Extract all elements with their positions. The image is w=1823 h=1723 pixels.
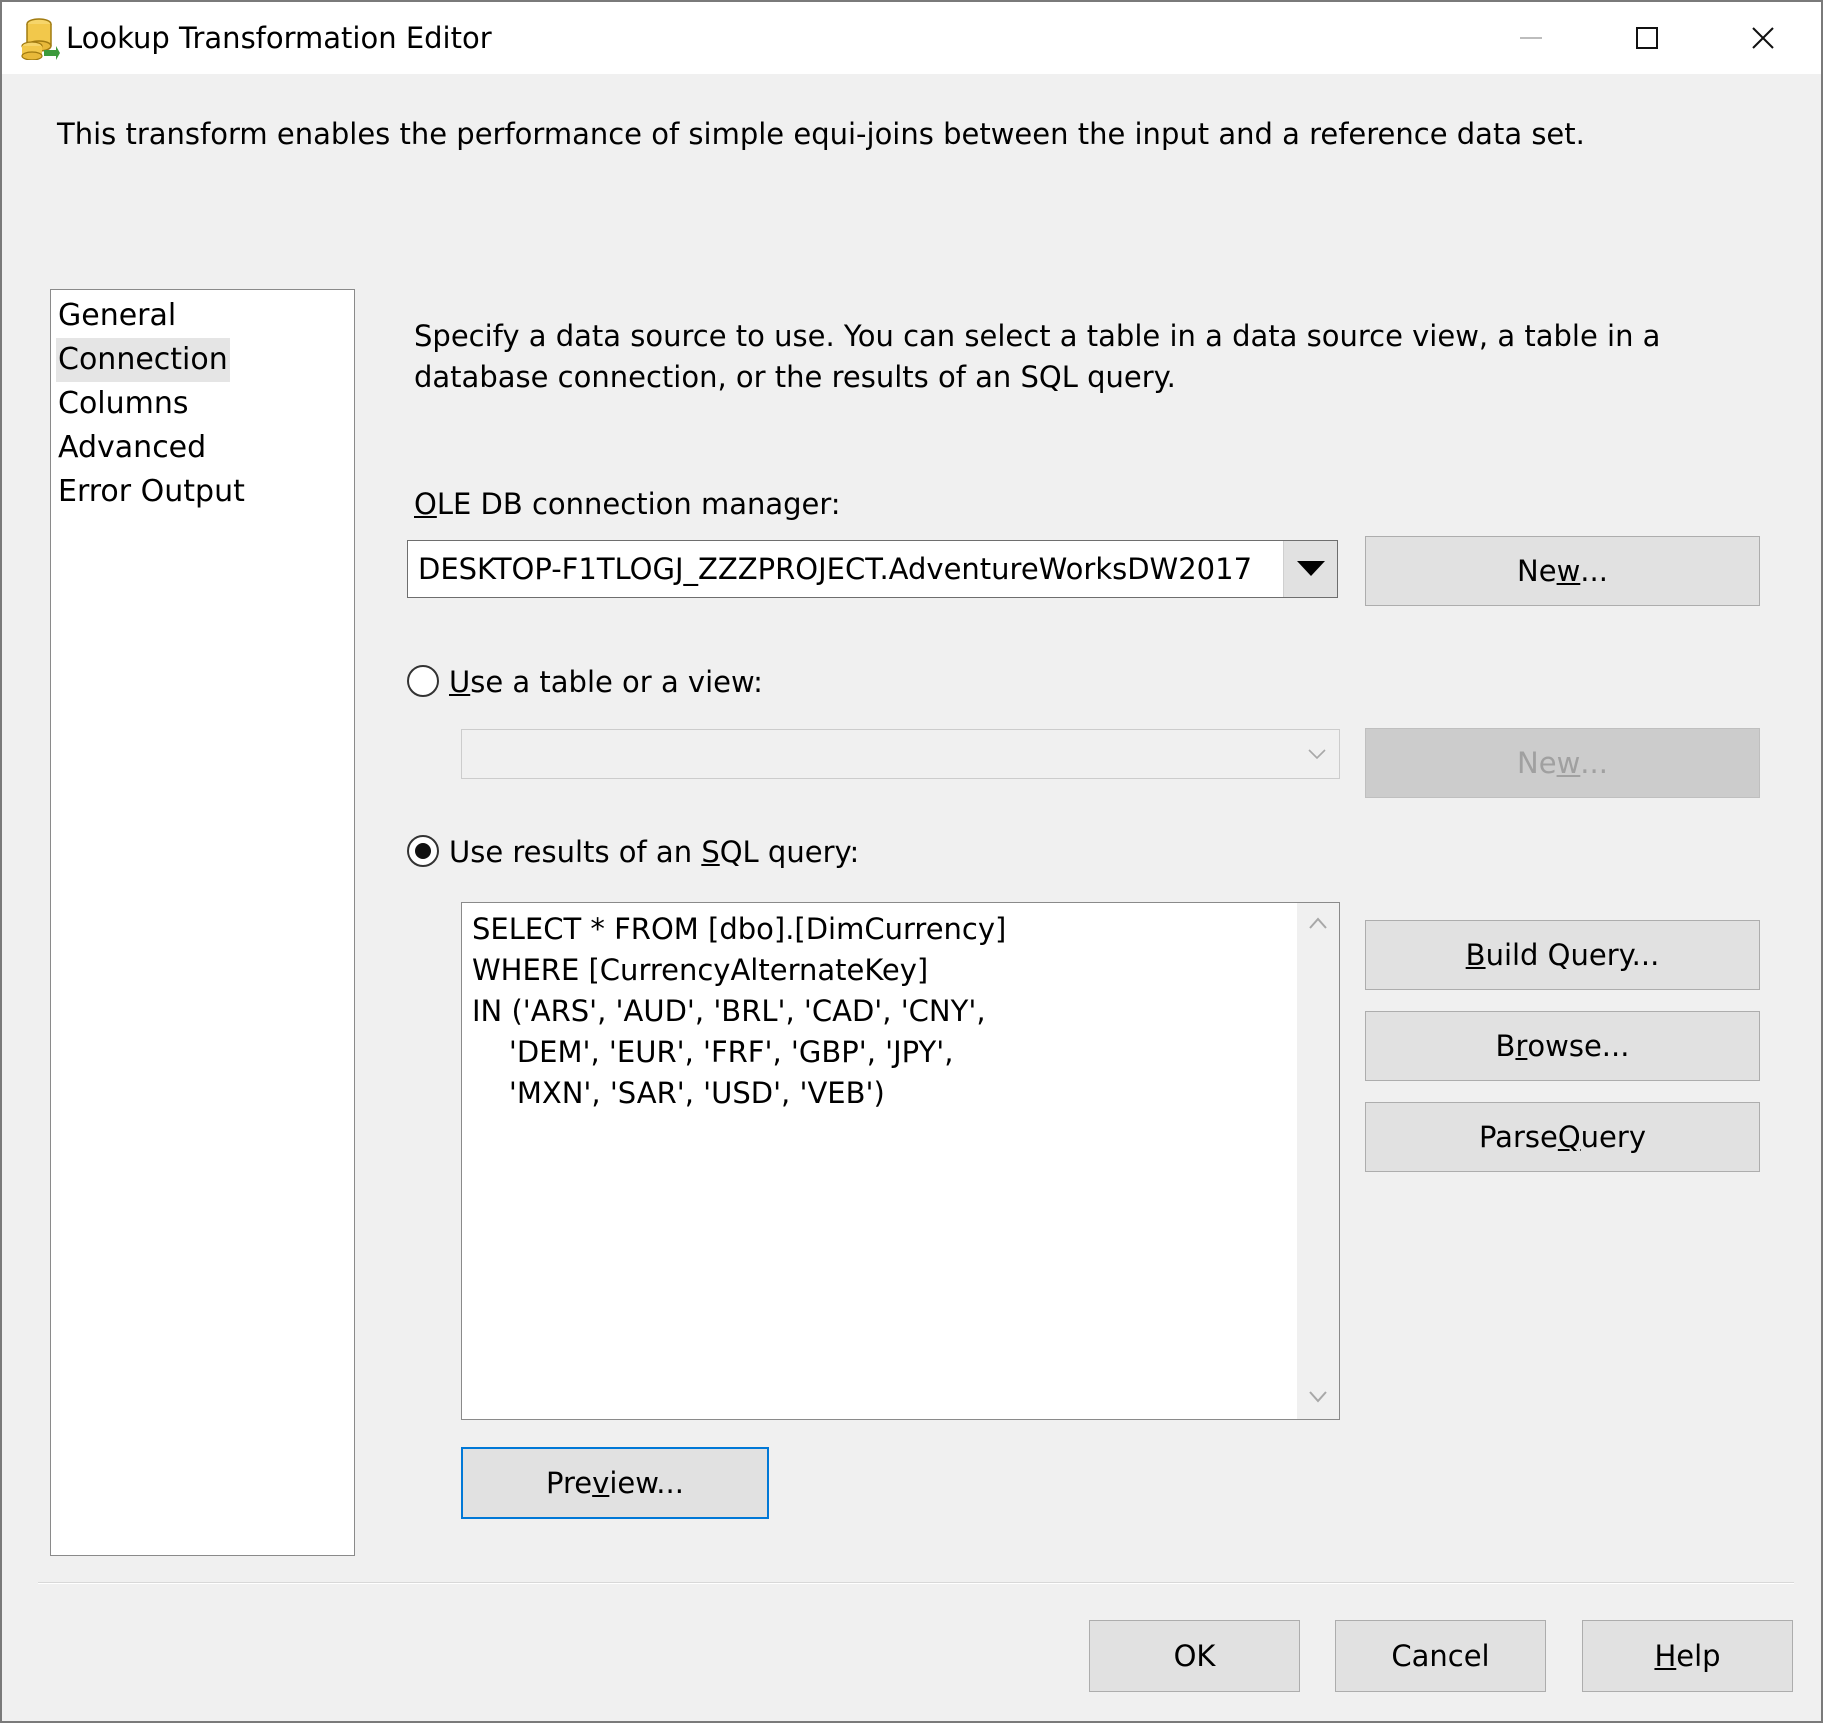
use-table-radio[interactable] (407, 665, 439, 697)
nav-item-columns[interactable]: Columns (56, 382, 191, 426)
sql-line: 'MXN', 'SAR', 'USD', 'VEB') (472, 1076, 885, 1110)
table-dropdown-arrow[interactable] (1295, 730, 1339, 778)
page-navigation-list: General Connection Columns Advanced Erro… (50, 289, 355, 1556)
editor-description: This transform enables the performance o… (57, 117, 1585, 151)
sql-query-textarea[interactable]: SELECT * FROM [dbo].[DimCurrency] WHERE … (461, 902, 1340, 1420)
minimize-icon (1520, 37, 1542, 39)
dropdown-arrow-button[interactable] (1283, 541, 1337, 597)
chevron-down-icon (1296, 561, 1325, 576)
footer-divider (38, 1582, 1794, 1584)
use-sql-query-radio[interactable] (407, 835, 439, 867)
ok-button[interactable]: OK (1089, 1620, 1300, 1692)
oledb-connection-manager-dropdown[interactable]: DESKTOP-F1TLOGJ_ZZZPROJECT.AdventureWork… (407, 540, 1338, 598)
parse-query-button[interactable]: Parse Query (1365, 1102, 1760, 1172)
close-icon (1752, 27, 1774, 49)
preview-button[interactable]: Pre v iew... (461, 1447, 769, 1519)
connection-instructions: Specify a data source to use. You can se… (414, 319, 1661, 394)
use-table-label[interactable]: Use a table or a view: (449, 662, 763, 702)
browse-button[interactable]: Br owse... (1365, 1011, 1760, 1081)
cancel-button[interactable]: Cancel (1335, 1620, 1546, 1692)
window-title: Lookup Transformation Editor (66, 21, 492, 55)
new-connection-button[interactable]: Ne w... (1365, 536, 1760, 606)
maximize-button[interactable] (1592, 2, 1702, 74)
maximize-icon (1636, 27, 1658, 49)
sql-line: SELECT * FROM [dbo].[DimCurrency] (472, 912, 1007, 946)
use-sql-query-label[interactable]: Use results of an SQL query: (449, 832, 859, 872)
title-bar: Lookup Transformation Editor (2, 2, 1821, 74)
sql-line: IN ('ARS', 'AUD', 'BRL', 'CAD', 'CNY', (472, 994, 986, 1028)
sql-line: WHERE [CurrencyAlternateKey] (472, 953, 929, 987)
minimize-button[interactable] (1476, 2, 1586, 74)
scroll-down-arrow-icon[interactable] (1309, 1391, 1327, 1403)
nav-item-general[interactable]: General (56, 294, 178, 338)
build-query-button[interactable]: Build Query... (1365, 920, 1760, 990)
table-view-dropdown[interactable] (461, 729, 1340, 779)
scroll-up-arrow-icon[interactable] (1309, 917, 1327, 929)
help-button[interactable]: Help (1582, 1620, 1793, 1692)
lookup-transformation-editor-window: Lookup Transformation Editor This transf… (0, 0, 1823, 1723)
radio-selected-dot (415, 843, 431, 859)
database-transform-icon (18, 16, 60, 61)
chevron-down-icon (1308, 749, 1326, 759)
new-table-button[interactable]: Ne w... (1365, 728, 1760, 798)
sql-vertical-scrollbar[interactable] (1297, 903, 1339, 1419)
nav-item-advanced[interactable]: Advanced (56, 426, 208, 470)
close-button[interactable] (1708, 2, 1818, 74)
nav-item-error-output[interactable]: Error Output (56, 470, 247, 514)
oledb-connection-value: DESKTOP-F1TLOGJ_ZZZPROJECT.AdventureWork… (418, 552, 1253, 586)
nav-item-connection[interactable]: Connection (56, 338, 230, 382)
sql-line: 'DEM', 'EUR', 'FRF', 'GBP', 'JPY', (472, 1035, 954, 1069)
oledb-connection-label: OLE DB connection manager: (414, 487, 841, 521)
